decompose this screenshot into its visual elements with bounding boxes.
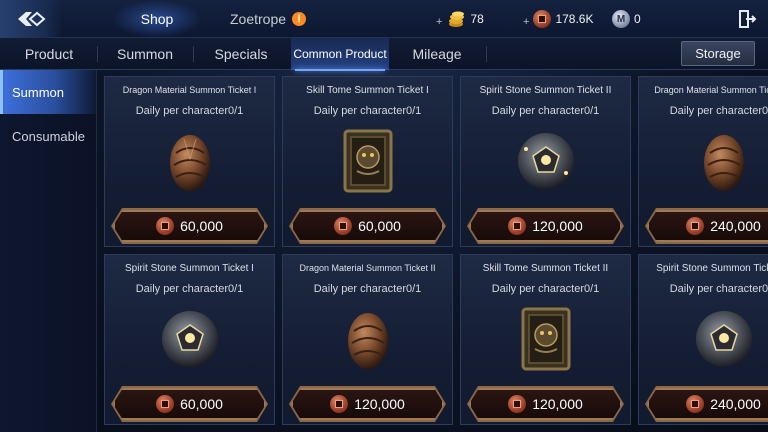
product-card[interactable]: Dragon Material Summon Ticket I Daily pe… — [104, 76, 275, 247]
gold-coins-icon — [449, 11, 465, 27]
dragon-egg-icon — [328, 299, 408, 379]
back-button[interactable] — [0, 0, 62, 38]
product-title: Skill Tome Summon Ticket I — [306, 85, 429, 96]
price-value: 120,000 — [532, 396, 583, 412]
product-title: Dragon Material Summon Ticket I — [122, 85, 257, 95]
buy-button[interactable]: 240,000 — [647, 388, 768, 420]
purchase-limit: Daily per character0/1 — [491, 105, 600, 117]
spirit-stone-icon — [684, 299, 764, 379]
copper-coin-icon — [156, 217, 174, 235]
copper-coin-icon — [533, 10, 552, 28]
sidebar-item-summon[interactable]: Summon — [0, 70, 96, 114]
product-title: Dragon Material Summon Ticket II — [299, 263, 436, 273]
tab-divider — [97, 46, 98, 62]
skill-tome-icon — [506, 299, 586, 379]
buy-button[interactable]: 120,000 — [469, 388, 622, 420]
dragon-egg-icon — [684, 121, 764, 201]
purchase-limit: Daily per character0/1 — [669, 105, 768, 117]
purchase-limit: Daily per character0/1 — [313, 283, 422, 295]
spirit-stone-icon — [506, 121, 586, 201]
product-card[interactable]: Spirit Stone Summon Ticket III Daily per… — [638, 254, 768, 425]
product-title: Skill Tome Summon Ticket II — [482, 263, 609, 274]
mileage-amount: 0 — [634, 12, 641, 26]
copper-coin-icon — [330, 395, 348, 413]
price-value: 120,000 — [532, 218, 583, 234]
purchase-limit: Daily per character0/1 — [313, 105, 422, 117]
purchase-limit: Daily per character0/1 — [491, 283, 600, 295]
price-value: 60,000 — [358, 218, 401, 234]
price-value: 240,000 — [710, 218, 761, 234]
category-sidebar: Summon Consumable — [0, 70, 97, 432]
exit-door-icon — [739, 10, 757, 28]
purchase-limit: Daily per character0/1 — [135, 283, 244, 295]
mileage-icon: M — [612, 10, 630, 28]
product-card[interactable]: Spirit Stone Summon Ticket I Daily per c… — [104, 254, 275, 425]
copper-coin-icon — [156, 395, 174, 413]
tab-divider — [193, 46, 194, 62]
server-name-label: Zoetrope — [230, 11, 287, 27]
purchase-limit: Daily per character0/1 — [135, 105, 244, 117]
product-title: Spirit Stone Summon Ticket II — [479, 85, 612, 96]
buy-button[interactable]: 240,000 — [647, 210, 768, 242]
product-title: Spirit Stone Summon Ticket III — [656, 263, 768, 274]
buy-button[interactable]: 60,000 — [113, 388, 266, 420]
copper-amount: 178.6K — [555, 12, 594, 26]
product-card[interactable]: Spirit Stone Summon Ticket II Daily per … — [460, 76, 631, 247]
price-value: 240,000 — [710, 396, 761, 412]
product-card[interactable]: Dragon Material Summon Ticket III Daily … — [638, 76, 768, 247]
add-copper-plus: + — [523, 16, 530, 28]
currency-gold[interactable]: + 78 — [436, 0, 484, 38]
copper-coin-icon — [686, 395, 704, 413]
buy-button[interactable]: 60,000 — [291, 210, 444, 242]
tab-divider — [486, 46, 487, 62]
currency-copper[interactable]: + 178.6K — [523, 0, 593, 38]
server-name[interactable]: Zoetrope ! — [230, 0, 307, 38]
exit-button[interactable] — [736, 8, 758, 30]
back-arrow-icon — [18, 11, 46, 27]
copper-coin-icon — [686, 217, 704, 235]
alert-icon: ! — [292, 12, 307, 26]
tab-common-product[interactable]: Common Product — [291, 38, 389, 71]
tab-bar: Product Summon Specials Common Product M… — [0, 38, 768, 71]
tab-product[interactable]: Product — [8, 38, 90, 70]
product-grid: Dragon Material Summon Ticket I Daily pe… — [104, 76, 768, 432]
purchase-limit: Daily per character0/1 — [669, 283, 768, 295]
storage-button[interactable]: Storage — [681, 41, 755, 66]
product-card[interactable]: Dragon Material Summon Ticket II Daily p… — [282, 254, 453, 425]
skill-tome-icon — [328, 121, 408, 201]
tab-summon[interactable]: Summon — [104, 38, 186, 70]
dragon-egg-icon — [150, 121, 230, 201]
add-gold-plus: + — [436, 16, 443, 28]
product-title: Dragon Material Summon Ticket III — [654, 85, 768, 95]
tab-mileage[interactable]: Mileage — [396, 38, 478, 70]
price-value: 60,000 — [180, 218, 223, 234]
copper-coin-icon — [508, 217, 526, 235]
sidebar-item-consumable[interactable]: Consumable — [0, 114, 96, 158]
price-value: 120,000 — [354, 396, 405, 412]
spirit-stone-icon — [150, 299, 230, 379]
currency-mileage[interactable]: M 0 — [612, 0, 641, 38]
buy-button[interactable]: 120,000 — [469, 210, 622, 242]
product-card[interactable]: Skill Tome Summon Ticket II Daily per ch… — [460, 254, 631, 425]
copper-coin-icon — [334, 217, 352, 235]
price-value: 60,000 — [180, 396, 223, 412]
buy-button[interactable]: 60,000 — [113, 210, 266, 242]
product-title: Spirit Stone Summon Ticket I — [125, 263, 254, 274]
tab-specials[interactable]: Specials — [200, 38, 282, 70]
buy-button[interactable]: 120,000 — [291, 388, 444, 420]
copper-coin-icon — [508, 395, 526, 413]
gold-amount: 78 — [470, 12, 484, 26]
product-card[interactable]: Skill Tome Summon Ticket I Daily per cha… — [282, 76, 453, 247]
shop-title: Shop — [112, 0, 202, 38]
top-bar: Shop Zoetrope ! + 78 + 178.6K M 0 — [0, 0, 768, 38]
